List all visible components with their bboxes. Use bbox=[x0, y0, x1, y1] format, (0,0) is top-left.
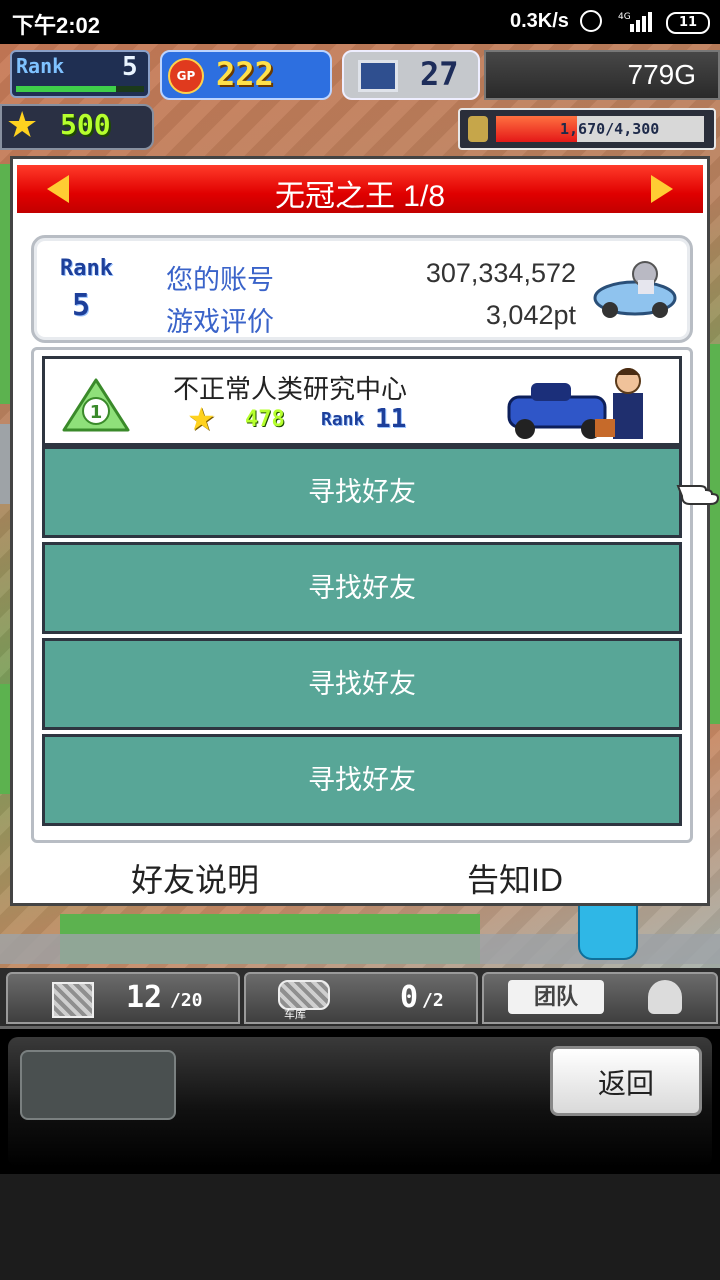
fountain bbox=[578, 904, 638, 960]
find-friend-slot[interactable]: 寻找好友 bbox=[42, 446, 682, 538]
friends-dialog: 无冠之王 1/8 Rank 5 您的账号 307,334,572 游戏评价 3,… bbox=[10, 156, 710, 906]
rank-label: Rank bbox=[16, 54, 65, 78]
status-time: 下午2:02 bbox=[12, 13, 101, 38]
friend-rank-label: Rank bbox=[321, 409, 365, 430]
account-card: Rank 5 您的账号 307,334,572 游戏评价 3,042pt bbox=[31, 235, 693, 343]
rank-progress-bar bbox=[16, 86, 144, 92]
energy-text: 1,670/4,300 bbox=[560, 120, 660, 138]
account-rank-label: Rank bbox=[60, 256, 113, 281]
friend-list: 1 不正常人类研究中心 ★ 478 Rank 11 寻找好友 寻找好友 寻找好友… bbox=[31, 347, 693, 843]
pointer-hand-icon bbox=[676, 485, 720, 505]
find-friend-slot[interactable]: 寻找好友 bbox=[42, 542, 682, 634]
position-badge-icon: 1 bbox=[62, 378, 130, 432]
empty-slot[interactable] bbox=[20, 1050, 176, 1120]
return-button[interactable]: 返回 bbox=[550, 1046, 702, 1116]
friend-car-driver-icon bbox=[507, 368, 643, 439]
computer-value: 27 bbox=[420, 55, 459, 93]
rank-panel[interactable]: Rank 5 bbox=[10, 50, 150, 98]
find-friend-slot[interactable]: 寻找好友 bbox=[42, 734, 682, 826]
friend-position: 1 bbox=[90, 402, 103, 423]
account-id-label: 您的账号 bbox=[166, 265, 274, 295]
computer-panel[interactable]: 27 bbox=[342, 50, 480, 100]
next-arrow-icon[interactable] bbox=[651, 175, 673, 203]
tab-parts[interactable]: 12 /20 bbox=[6, 972, 240, 1024]
friend-stars: 478 bbox=[245, 407, 285, 432]
coin-stack-icon bbox=[468, 116, 488, 142]
screen-bottom bbox=[0, 1174, 720, 1280]
garage-label: 车库 bbox=[284, 1008, 306, 1021]
team-label: 团队 bbox=[508, 980, 604, 1014]
status-bar: 下午2:02 0.3K/s 4G 11 bbox=[0, 0, 720, 44]
signal-icon: 4G bbox=[618, 12, 652, 32]
dialog-header: 无冠之王 1/8 bbox=[17, 165, 703, 213]
gp-coin-icon: GP bbox=[168, 58, 204, 94]
garage-capacity: /2 bbox=[422, 990, 444, 1011]
tab-team[interactable]: 团队 bbox=[482, 972, 718, 1024]
money-panel: 779G bbox=[484, 50, 720, 100]
rating-value: 3,042pt bbox=[485, 300, 576, 330]
status-net-speed: 0.3K/s bbox=[510, 10, 569, 32]
tab-garage[interactable]: 车库 0 /2 bbox=[244, 972, 478, 1024]
money-value: 779G bbox=[627, 59, 697, 90]
share-id-link[interactable]: 告知ID bbox=[467, 855, 563, 901]
gp-panel[interactable]: GP 222 bbox=[160, 50, 332, 100]
avatar bbox=[648, 980, 682, 1014]
energy-panel: 1,670/4,300 bbox=[458, 108, 716, 150]
alarm-icon bbox=[580, 10, 602, 32]
friend-help-link[interactable]: 好友说明 bbox=[131, 855, 259, 901]
crate-icon bbox=[52, 982, 94, 1018]
rating-label: 游戏评价 bbox=[166, 307, 274, 337]
rank-value: 5 bbox=[122, 52, 138, 82]
star-value: 500 bbox=[60, 108, 111, 141]
account-rank-value: 5 bbox=[72, 288, 91, 323]
friend-rank-value: 11 bbox=[375, 404, 407, 434]
parts-count: 12 bbox=[126, 980, 163, 1015]
computer-icon bbox=[358, 60, 398, 92]
parts-capacity: /20 bbox=[170, 990, 203, 1011]
garage-count: 0 bbox=[400, 980, 419, 1015]
star-panel: ★ 500 bbox=[0, 104, 154, 150]
star-icon: ★ bbox=[187, 400, 216, 438]
signal-type: 4G bbox=[618, 12, 631, 22]
battery-icon: 11 bbox=[666, 12, 710, 34]
friend-entry[interactable]: 1 不正常人类研究中心 ★ 478 Rank 11 bbox=[42, 356, 682, 446]
star-icon: ★ bbox=[6, 105, 39, 146]
player-car-icon bbox=[593, 261, 677, 318]
bottom-tab-bar: 12 /20 车库 0 /2 团队 bbox=[0, 968, 720, 1026]
find-friend-slot[interactable]: 寻找好友 bbox=[42, 638, 682, 730]
dialog-title: 无冠之王 1/8 bbox=[274, 180, 446, 213]
gp-value: 222 bbox=[216, 55, 274, 93]
account-id-value: 307,334,572 bbox=[425, 258, 576, 288]
